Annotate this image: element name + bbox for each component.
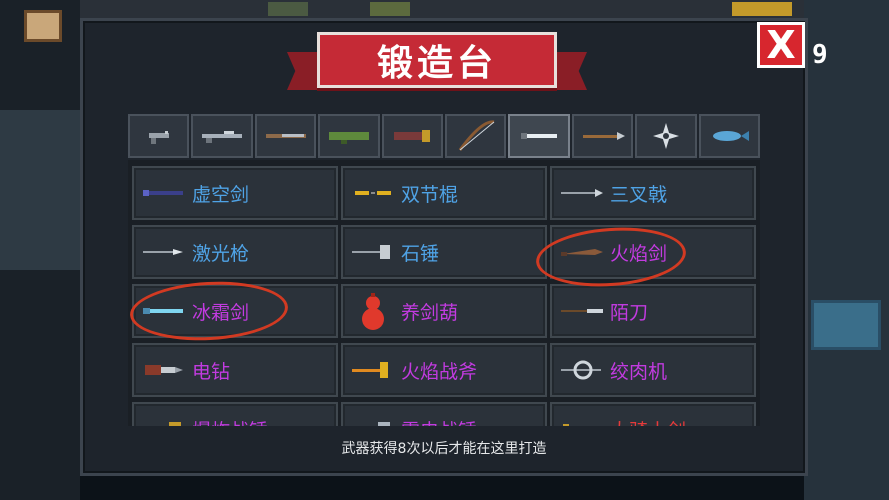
weapon-name: 大骑士剑 <box>610 416 686 427</box>
weapon-name: 电钻 <box>192 360 231 383</box>
weapon-cell[interactable]: 雷电战锤 <box>341 402 547 426</box>
weapon-name: 激光枪 <box>192 242 250 265</box>
weapon-cell[interactable]: 双节棍 <box>341 166 547 220</box>
nunchaku-icon <box>347 173 399 213</box>
weapon-name: 爆炸战锤 <box>192 416 268 427</box>
weapon-list[interactable]: 虚空剑 双节棍 三叉戟 激光枪 石锤 火焰剑 冰霜剑 养剑葫 陌刀 电钻 火焰战… <box>128 160 760 426</box>
close-button[interactable]: X <box>757 22 805 68</box>
spear-icon <box>582 132 625 140</box>
background-item <box>268 2 308 16</box>
close-icon: X <box>766 23 796 67</box>
tab-shotgun[interactable] <box>254 114 317 158</box>
drill-icon <box>138 350 190 390</box>
weapon-cell[interactable]: 电钻 <box>132 343 338 397</box>
shotgun-icon <box>265 134 306 138</box>
weapon-cell[interactable]: 火焰战斧 <box>341 343 547 397</box>
weapon-cell[interactable]: 养剑葫 <box>341 284 547 338</box>
tab-heavy-gun[interactable] <box>381 114 444 158</box>
sword-icon <box>521 133 558 139</box>
flame-sword-icon <box>556 232 608 272</box>
weapon-name: 火焰战斧 <box>401 360 478 383</box>
tab-spear[interactable] <box>571 114 634 158</box>
weapon-cell[interactable]: 陌刀 <box>550 284 756 338</box>
laser-spear-icon <box>138 232 190 272</box>
weapon-name: 雷电战锤 <box>401 416 477 427</box>
weapon-name: 双节棍 <box>401 183 459 206</box>
shuriken-icon <box>652 123 679 149</box>
weapon-name: 石锤 <box>401 242 440 265</box>
background-sign <box>24 10 62 42</box>
tab-launcher[interactable] <box>318 114 380 158</box>
fish-icon <box>713 131 750 141</box>
gourd-icon <box>347 291 399 331</box>
background-floor <box>0 110 80 270</box>
void-sword-icon <box>138 173 190 213</box>
tab-pistol[interactable] <box>128 114 190 158</box>
weapon-cell[interactable]: 石锤 <box>341 225 547 279</box>
weapon-name: 陌刀 <box>610 301 649 324</box>
weapon-cell[interactable]: 爆炸战锤 <box>132 402 338 426</box>
knight-sword-icon <box>556 409 608 426</box>
close-counter: 9 <box>812 40 828 70</box>
pistol-icon <box>148 131 169 144</box>
weapon-name: 绞肉机 <box>610 360 668 383</box>
thunder-hammer-icon <box>347 409 399 426</box>
bow-icon <box>458 120 495 151</box>
weapon-name: 养剑葫 <box>401 301 459 324</box>
background-right <box>804 0 889 500</box>
weapon-category-tabs <box>128 114 761 158</box>
heavy-gun-icon <box>394 130 431 142</box>
tab-sword[interactable] <box>508 114 570 158</box>
game-screen: 锻造台 X 9 虚空剑 双节棍 三叉戟 激光枪 石锤 火焰剑 冰霜剑 养剑葫 陌… <box>0 0 889 500</box>
weapon-name: 冰霜剑 <box>192 301 250 324</box>
frost-sword-icon <box>138 291 190 331</box>
weapon-name: 火焰剑 <box>610 242 668 265</box>
weapon-name: 虚空剑 <box>192 183 250 206</box>
weapon-cell[interactable]: 三叉戟 <box>550 166 756 220</box>
trident-icon <box>556 173 608 213</box>
flame-axe-icon <box>347 350 399 390</box>
background-item <box>732 2 792 16</box>
weapon-cell[interactable]: 虚空剑 <box>132 166 338 220</box>
weapon-cell[interactable]: 激光枪 <box>132 225 338 279</box>
weapon-cell[interactable]: 绞肉机 <box>550 343 756 397</box>
weapon-cell[interactable]: 火焰剑 <box>550 225 756 279</box>
mo-blade-icon <box>556 291 608 331</box>
background-screen <box>811 300 881 350</box>
launcher-icon <box>328 132 369 144</box>
tab-fish[interactable] <box>698 114 761 158</box>
forge-hint: 武器获得8次以后才能在这里打造 <box>341 441 547 457</box>
tab-shuriken[interactable] <box>635 114 697 158</box>
rifle-icon <box>202 131 243 143</box>
tab-bow[interactable] <box>445 114 507 158</box>
explosive-hammer-icon <box>138 409 190 426</box>
meat-grinder-icon <box>556 350 608 390</box>
weapon-cell[interactable]: 冰霜剑 <box>132 284 338 338</box>
tab-rifle[interactable] <box>191 114 253 158</box>
title-banner: 锻造台 <box>287 30 587 94</box>
page-title: 锻造台 <box>376 43 497 84</box>
weapon-name: 三叉戟 <box>610 183 668 206</box>
stone-hammer-icon <box>347 232 399 272</box>
weapon-cell[interactable]: 大骑士剑 <box>550 402 756 426</box>
banner-main: 锻造台 <box>317 32 557 88</box>
background-item <box>370 2 410 16</box>
